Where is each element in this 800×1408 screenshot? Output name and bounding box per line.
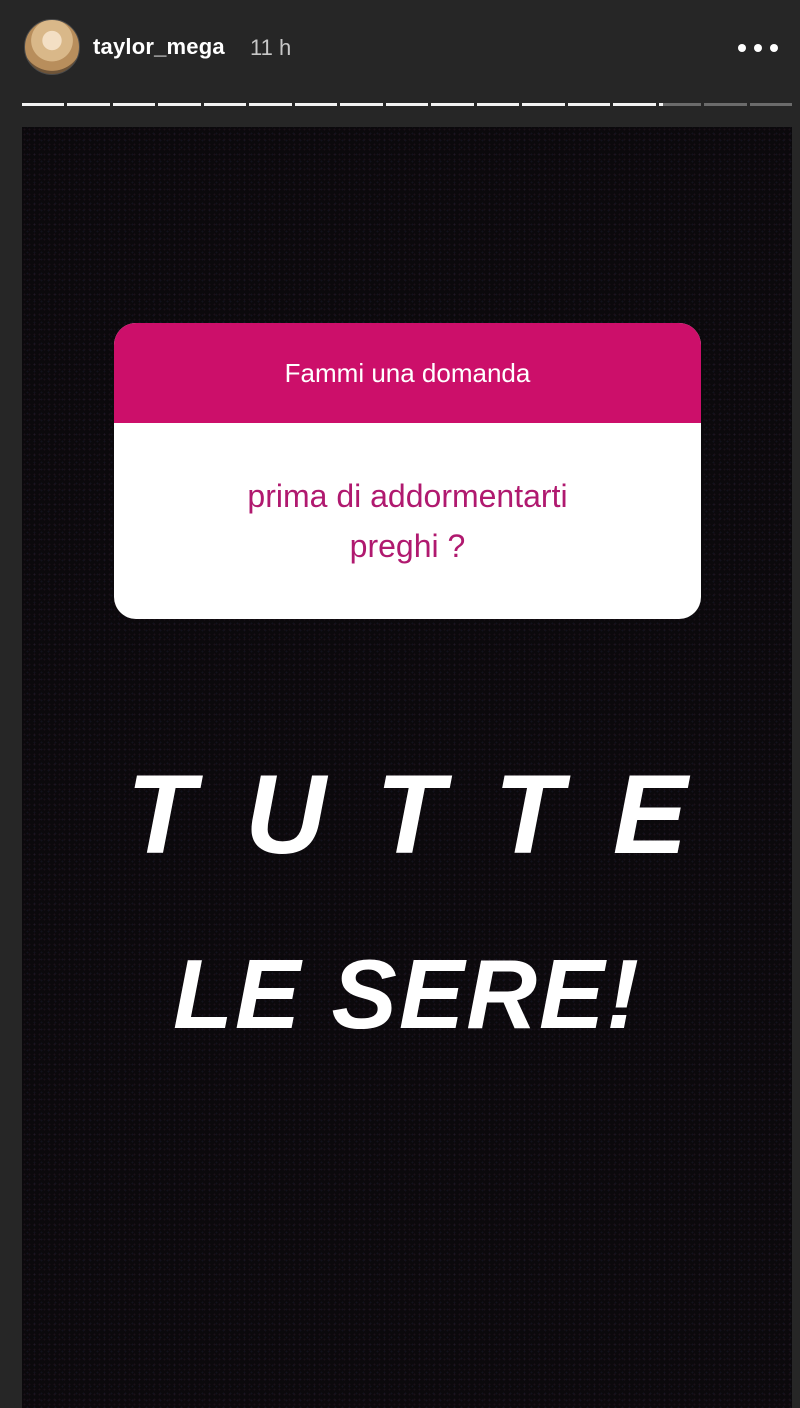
progress-segment-fill	[658, 103, 663, 106]
progress-segment-fill	[567, 103, 611, 106]
answer-text-line-2: LE SERE!	[173, 939, 641, 1049]
progress-segment-fill	[203, 103, 247, 106]
story-content[interactable]: Fammi una domanda prima di addormentarti…	[22, 127, 792, 1408]
progress-segment-fill	[522, 103, 565, 106]
story-timestamp: 11 h	[250, 35, 292, 60]
progress-segment-fill	[431, 103, 474, 106]
progress-segment	[385, 103, 429, 106]
progress-segment-fill	[613, 103, 656, 106]
progress-segment	[203, 103, 247, 106]
progress-segment	[340, 103, 383, 106]
progress-segment-fill	[476, 103, 520, 106]
progress-segment	[704, 103, 747, 106]
progress-segment	[249, 103, 292, 106]
story-header: taylor_mega 11 h	[0, 0, 800, 100]
answer-text-line-1: TUTTE	[126, 752, 738, 877]
progress-segment	[158, 103, 201, 106]
question-sticker: Fammi una domanda prima di addormentarti…	[114, 323, 701, 619]
progress-segment-fill	[294, 103, 338, 106]
profile-avatar[interactable]	[24, 19, 80, 75]
progress-segment	[749, 103, 792, 106]
progress-segment-fill	[67, 103, 110, 106]
progress-segment	[567, 103, 611, 106]
progress-segment	[522, 103, 565, 106]
progress-segment-fill	[112, 103, 156, 106]
progress-segment-fill	[249, 103, 292, 106]
progress-segment-fill	[158, 103, 201, 106]
progress-segment	[112, 103, 156, 106]
story-progress-bar	[22, 103, 792, 106]
dot	[738, 44, 746, 52]
progress-segment	[294, 103, 338, 106]
progress-segment-fill	[22, 103, 65, 106]
question-line: prima di addormentarti	[247, 478, 568, 514]
progress-segment-fill	[385, 103, 429, 106]
progress-segment	[22, 103, 65, 106]
username-link[interactable]: taylor_mega	[93, 34, 225, 60]
question-sticker-prompt: Fammi una domanda	[114, 323, 701, 423]
progress-segment	[613, 103, 656, 106]
progress-segment	[476, 103, 520, 106]
question-sticker-text: prima di addormentarti preghi ?	[114, 423, 701, 619]
dot	[754, 44, 762, 52]
more-options-icon[interactable]	[738, 34, 778, 62]
dot	[770, 44, 778, 52]
progress-segment-fill	[340, 103, 383, 106]
progress-segment	[67, 103, 110, 106]
progress-segment	[431, 103, 474, 106]
progress-segment	[658, 103, 702, 106]
question-line: preghi ?	[349, 528, 466, 564]
